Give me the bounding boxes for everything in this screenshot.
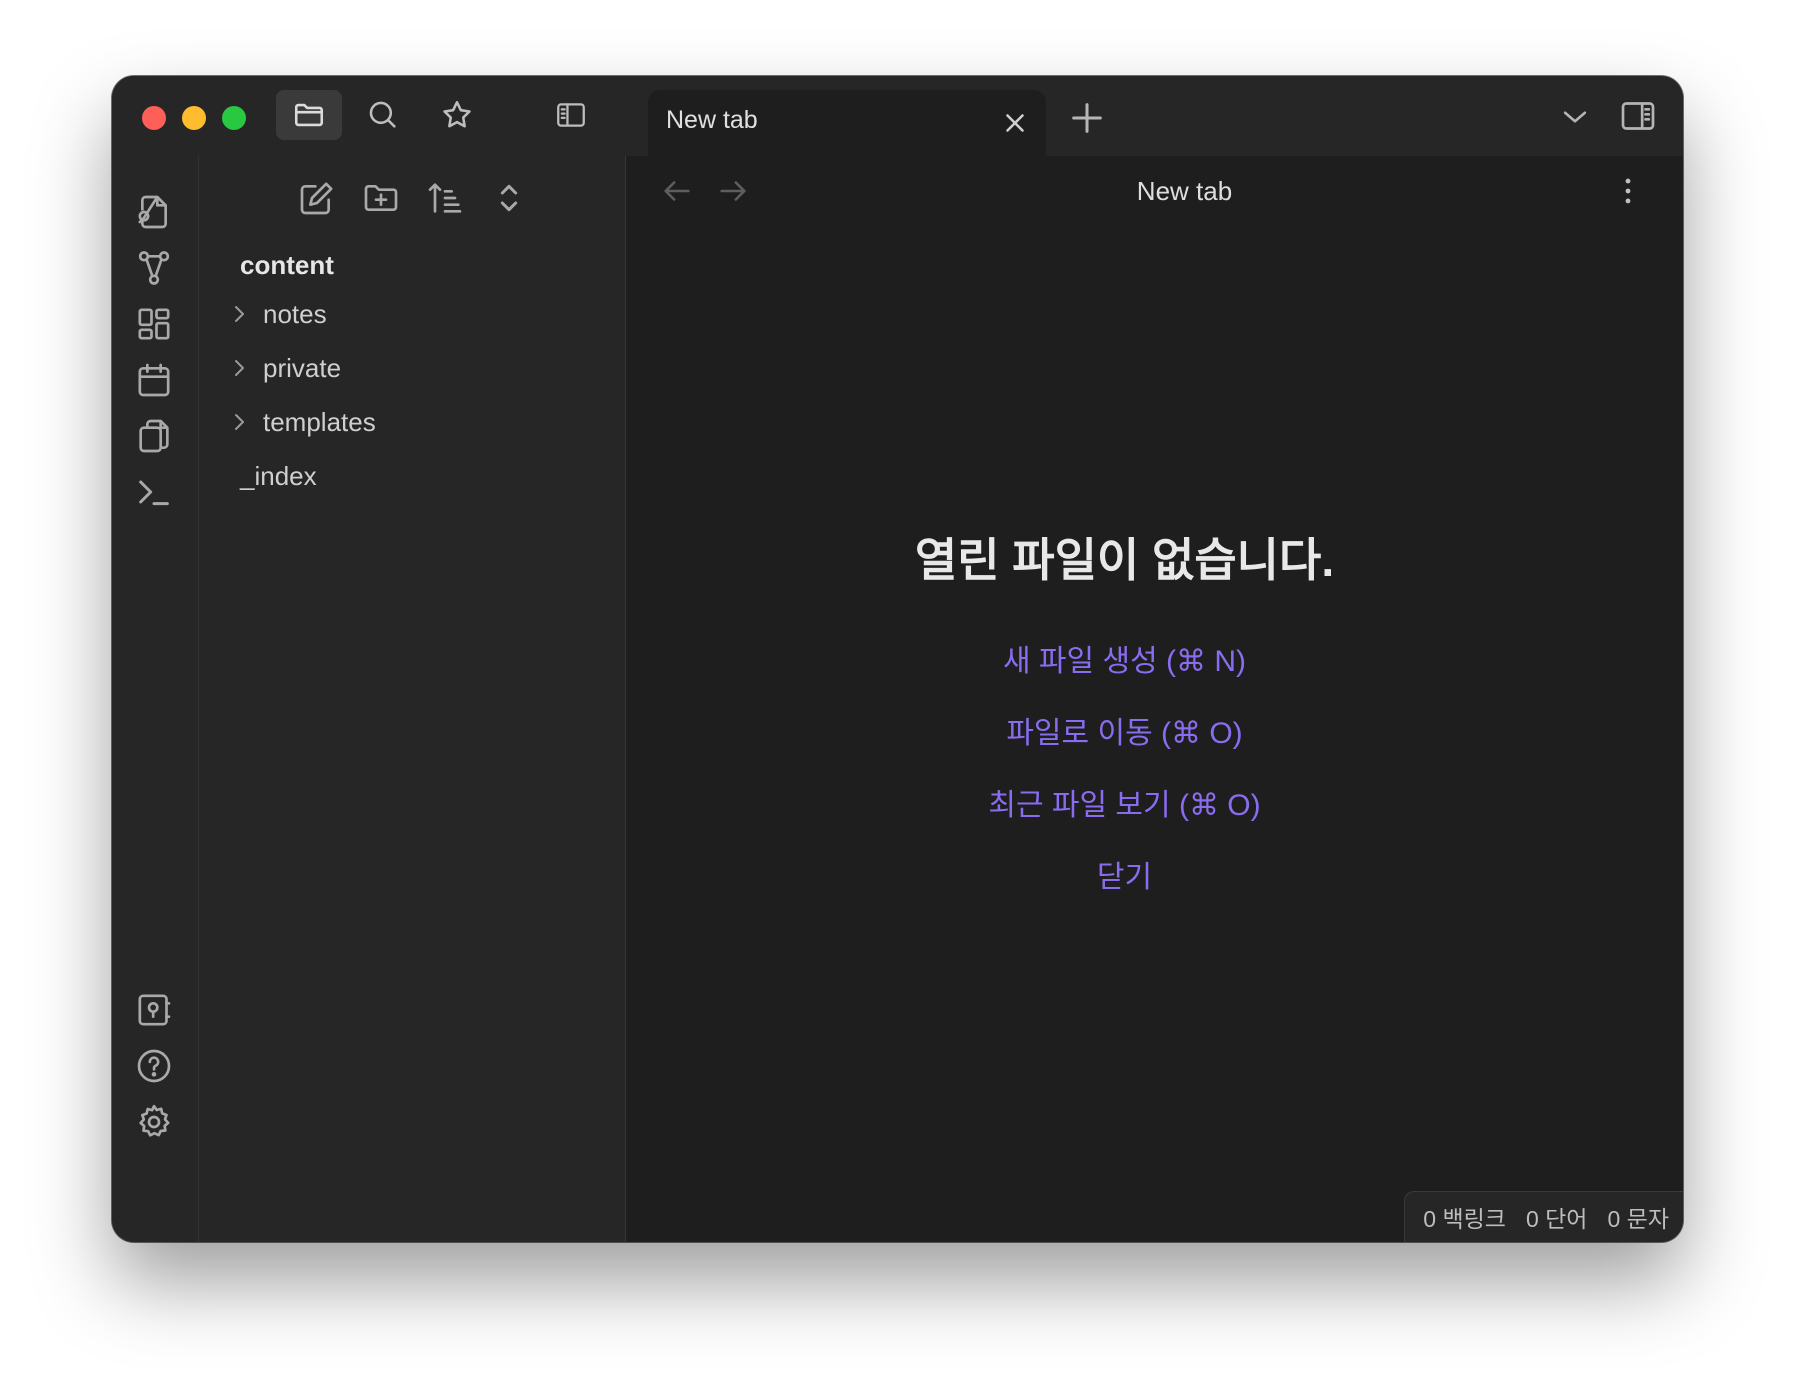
settings-button[interactable] — [134, 1102, 174, 1142]
new-note-icon — [300, 182, 333, 215]
close-window-button[interactable] — [142, 106, 166, 130]
folder-label: notes — [263, 298, 327, 329]
vault-name[interactable]: content — [240, 250, 334, 281]
backlinks-count[interactable]: 0 백링크 — [1423, 1200, 1506, 1234]
terminal-icon — [139, 480, 169, 506]
bookmarks-button[interactable] — [424, 90, 490, 140]
star-icon — [443, 100, 471, 128]
empty-state-title: 열린 파일이 없습니다. — [914, 534, 1335, 586]
folder-item[interactable]: private — [227, 348, 607, 388]
chevron-right-icon — [227, 410, 251, 434]
app-window: New tab content notes private templates … — [112, 76, 1683, 1242]
right-sidebar-toggle-icon[interactable] — [1618, 96, 1658, 136]
title-bar: New tab — [112, 76, 1683, 156]
folder-icon — [294, 103, 324, 127]
collapse-all-button[interactable] — [489, 178, 529, 218]
toggle-left-sidebar-button[interactable] — [538, 90, 604, 140]
close-tab-icon[interactable] — [1000, 108, 1030, 138]
calendar-icon — [138, 363, 170, 397]
file-label: _index — [240, 460, 317, 491]
settings-icon — [139, 1104, 170, 1137]
recent-files-link[interactable]: 최근 파일 보기 (⌘ O) — [626, 780, 1683, 824]
char-count: 0 문자 — [1607, 1206, 1669, 1232]
help-button[interactable] — [134, 1046, 174, 1086]
insert-template-button[interactable] — [134, 416, 174, 456]
graph-icon — [138, 251, 170, 285]
zoom-window-button[interactable] — [222, 106, 246, 130]
open-vault-button[interactable] — [134, 990, 174, 1030]
chevron-right-icon — [227, 302, 251, 326]
graph-view-button[interactable] — [134, 248, 174, 288]
chevrons-up-down-icon — [500, 184, 518, 212]
help-icon — [137, 1049, 171, 1083]
new-note-button[interactable] — [297, 178, 337, 218]
file-explorer-button[interactable] — [276, 90, 342, 140]
main-view: New tab 열린 파일이 없습니다. 새 파일 생성 (⌘ N) 파일로 이… — [626, 156, 1683, 1242]
sort-icon — [428, 183, 462, 213]
templates-icon — [139, 419, 169, 453]
tab-new-tab[interactable]: New tab — [648, 90, 1046, 156]
sidebar-toggle-icon — [557, 103, 585, 127]
folder-item[interactable]: notes — [227, 294, 607, 334]
chevron-down-icon[interactable] — [1558, 100, 1592, 134]
empty-state: 열린 파일이 없습니다. 새 파일 생성 (⌘ N) 파일로 이동 (⌘ O) … — [626, 156, 1683, 1242]
folder-label: templates — [263, 406, 376, 437]
command-palette-button[interactable] — [134, 472, 174, 512]
quick-switcher-icon — [138, 195, 167, 229]
file-item[interactable]: _index — [240, 456, 620, 496]
sort-button[interactable] — [425, 178, 465, 218]
go-to-file-link[interactable]: 파일로 이동 (⌘ O) — [626, 708, 1683, 752]
close-link[interactable]: 닫기 — [626, 852, 1683, 896]
create-new-file-link[interactable]: 새 파일 생성 (⌘ N) — [626, 636, 1683, 680]
tab-label: New tab — [666, 106, 758, 134]
search-button[interactable] — [350, 90, 416, 140]
canvas-icon — [138, 308, 170, 340]
word-count: 0 단어 — [1525, 1206, 1588, 1232]
canvas-button[interactable] — [134, 304, 174, 344]
minimize-window-button[interactable] — [182, 106, 206, 130]
vault-icon — [138, 994, 171, 1026]
ribbon — [112, 156, 199, 1242]
quick-switcher-button[interactable] — [134, 192, 174, 232]
chevron-right-icon — [227, 356, 251, 380]
search-icon — [369, 101, 396, 128]
new-folder-icon — [364, 185, 398, 211]
new-folder-button[interactable] — [361, 178, 401, 218]
folder-item[interactable]: templates — [227, 402, 607, 442]
file-explorer: content notes private templates _index — [199, 156, 626, 1242]
folder-label: private — [263, 352, 342, 383]
daily-note-button[interactable] — [134, 360, 174, 400]
status-bar: 0 백링크 0 단어 0 문자 — [1404, 1191, 1683, 1242]
new-tab-plus-icon[interactable] — [1067, 98, 1107, 138]
